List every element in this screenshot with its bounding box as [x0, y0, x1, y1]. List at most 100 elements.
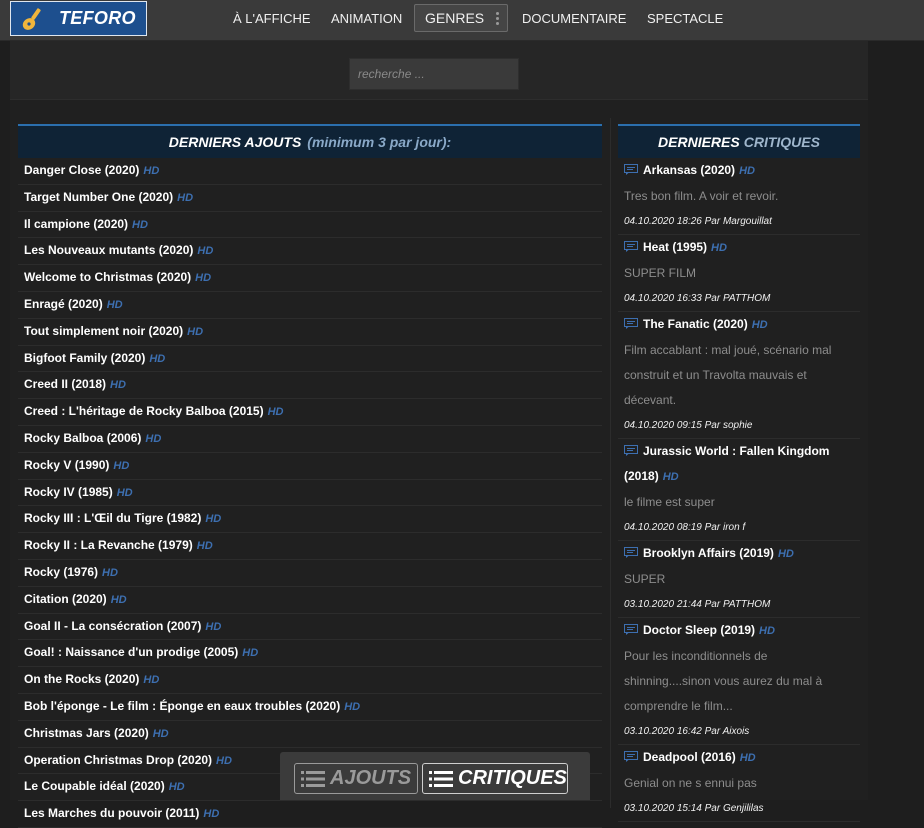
addition-list-item[interactable]: Tout simplement noir (2020) HD: [18, 319, 602, 346]
addition-list-item[interactable]: Rocky II : La Revanche (1979) HD: [18, 533, 602, 560]
addition-list-item[interactable]: Danger Close (2020) HD: [18, 158, 602, 185]
review-meta: 04.10.2020 08:19 Par iron f: [624, 522, 746, 533]
hd-badge: HD: [344, 700, 361, 713]
review-text: Genial on ne s ennui pas: [624, 776, 757, 790]
addition-title: Les Nouveaux mutants (2020): [24, 243, 194, 258]
addition-title: Goal! : Naissance d'un prodige (2005): [24, 645, 239, 660]
hd-badge: HD: [203, 808, 220, 821]
hd-badge: HD: [132, 218, 148, 231]
latest-reviews-header: DERNIERES CRITIQUES: [618, 124, 860, 158]
review-title-link[interactable]: Brooklyn Affairs (2019) HD: [624, 541, 856, 567]
addition-list-item[interactable]: Rocky V (1990) HD: [18, 453, 602, 480]
hd-badge: HD: [143, 165, 160, 177]
addition-list-item[interactable]: Rocky (1976) HD: [18, 560, 602, 587]
review-title: Deadpool (2016): [643, 750, 736, 764]
review-title-link[interactable]: Heat (1995) HD: [624, 235, 856, 261]
review-title-link[interactable]: Deadpool (2016) HD: [624, 745, 856, 771]
hd-badge: HD: [168, 781, 185, 794]
addition-list-item[interactable]: Christmas Jars (2020) HD: [18, 721, 602, 748]
latest-additions-header: DERNIERS AJOUTS (minimum 3 par jour):: [18, 124, 602, 158]
addition-title: Rocky IV (1985): [24, 484, 113, 499]
addition-title: Bigfoot Family (2020): [24, 350, 146, 365]
hd-badge: HD: [195, 272, 212, 285]
review-text: Pour les inconditionnels de shinning....…: [624, 649, 823, 713]
addition-list-item[interactable]: Rocky Balboa (2006) HD: [18, 426, 602, 453]
addition-title: Goal II - La consécration (2007): [24, 618, 202, 633]
addition-list-item[interactable]: Welcome to Christmas (2020) HD: [18, 265, 602, 292]
review-text: Tres bon film. A voir et revoir.: [624, 189, 779, 203]
hd-badge: HD: [113, 459, 130, 472]
hd-badge: HD: [187, 325, 204, 338]
addition-title: Welcome to Christmas (2020): [24, 270, 192, 285]
review-item: Jurassic World : Fallen Kingdom (2018) HD…: [618, 439, 860, 541]
addition-list-item[interactable]: Les Nouveaux mutants (2020) HD: [18, 238, 602, 266]
addition-title: Rocky III : L'Œil du Tigre (1982): [24, 511, 202, 526]
addition-list-item[interactable]: Creed II (2018) HD: [18, 372, 602, 400]
addition-list-item[interactable]: Goal II - La consécration (2007) HD: [18, 614, 602, 641]
hd-badge: HD: [205, 513, 222, 526]
addition-list-item[interactable]: Les Marches du pouvoir (2011) HD: [18, 801, 602, 828]
hd-badge: HD: [152, 727, 169, 740]
comment-icon: [624, 445, 638, 456]
nav-item-a-laffiche[interactable]: À L'AFFICHE: [233, 11, 311, 26]
ajouts-toggle-button[interactable]: AJOUTS: [294, 763, 418, 794]
nav-item-spectacle[interactable]: SPECTACLE: [647, 11, 723, 26]
addition-title: Rocky (1976): [24, 564, 99, 579]
hd-badge: HD: [759, 625, 775, 637]
addition-list-item[interactable]: Citation (2020) HD: [18, 587, 602, 614]
addition-list-item[interactable]: On the Rocks (2020) HD: [18, 667, 602, 694]
comment-icon: [624, 547, 638, 558]
comment-icon: [624, 318, 638, 329]
review-meta: 04.10.2020 09:15 Par sophie: [624, 420, 753, 431]
latest-additions-list: Danger Close (2020) HD Target Number One (…: [18, 158, 602, 828]
latest-reviews-list: Arkansas (2020) HD Tres bon film. A voir e…: [618, 158, 860, 822]
hd-badge: HD: [197, 245, 214, 258]
review-title: Arkansas (2020): [643, 163, 736, 177]
addition-list-item[interactable]: Bob l'éponge - Le film : Éponge en eaux …: [18, 694, 602, 721]
addition-list-item[interactable]: Il campione (2020) HD: [18, 212, 602, 239]
review-title-link[interactable]: The Fanatic (2020) HD: [624, 312, 856, 338]
addition-title: Tout simplement noir (2020): [24, 323, 184, 338]
addition-title: Le Coupable idéal (2020): [24, 779, 165, 794]
addition-list-item[interactable]: Enragé (2020) HD: [18, 292, 602, 319]
hd-badge: HD: [145, 432, 162, 445]
hd-badge: HD: [739, 165, 755, 177]
main-content: DERNIERS AJOUTS (minimum 3 par jour): Da…: [10, 100, 868, 828]
latest-additions-subtitle: (minimum 3 par jour):: [307, 134, 452, 150]
hd-badge: HD: [739, 752, 756, 764]
site-logo[interactable]: TEFORO: [10, 1, 147, 36]
addition-title: Bob l'éponge - Le film : Éponge en eaux …: [24, 698, 341, 713]
view-toggle-bar: AJOUTS CRITIQUES: [280, 752, 590, 800]
nav-genres-dropdown[interactable]: GENRES: [414, 4, 508, 32]
addition-list-item[interactable]: Bigfoot Family (2020) HD: [18, 346, 602, 373]
review-meta: 04.10.2020 16:33 Par PATTHOM: [624, 293, 771, 304]
addition-title: Operation Christmas Drop (2020): [24, 752, 213, 767]
review-text: SUPER: [624, 572, 666, 586]
review-title-link[interactable]: Doctor Sleep (2019) HD: [624, 618, 856, 644]
addition-title: Christmas Jars (2020): [24, 725, 149, 740]
latest-additions-panel: DERNIERS AJOUTS (minimum 3 par jour): Da…: [18, 124, 602, 828]
hd-badge: HD: [149, 352, 166, 365]
search-input[interactable]: [349, 58, 519, 90]
addition-list-item[interactable]: Creed : L'héritage de Rocky Balboa (2015…: [18, 399, 602, 426]
nav-item-animation[interactable]: ANIMATION: [331, 11, 402, 26]
review-text: le filme est super: [624, 495, 715, 509]
hd-badge: HD: [110, 593, 127, 606]
nav-item-documentaire[interactable]: DOCUMENTAIRE: [522, 11, 626, 26]
review-title-link[interactable]: Jurassic World : Fallen Kingdom (2018) HD: [624, 439, 856, 490]
critiques-toggle-button[interactable]: CRITIQUES: [422, 763, 568, 794]
review-title-link[interactable]: Arkansas (2020) HD: [624, 158, 856, 184]
review-title: Jurassic World : Fallen Kingdom (2018): [624, 444, 830, 483]
latest-reviews-title-suffix: CRITIQUES: [743, 134, 820, 150]
addition-list-item[interactable]: Rocky IV (1985) HD: [18, 480, 602, 507]
addition-list-item[interactable]: Rocky III : L'Œil du Tigre (1982) HD: [18, 506, 602, 534]
hd-badge: HD: [267, 406, 284, 419]
review-item: Brooklyn Affairs (2019) HD SUPER 03.10.2020…: [618, 541, 860, 618]
addition-list-item[interactable]: Target Number One (2020) HD: [18, 185, 602, 212]
review-meta: 04.10.2020 18:26 Par Margouillat: [624, 216, 772, 227]
hd-badge: HD: [196, 540, 213, 553]
addition-title: On the Rocks (2020): [24, 672, 140, 687]
column-divider: [610, 118, 611, 808]
addition-list-item[interactable]: Goal! : Naissance d'un prodige (2005) HD: [18, 640, 602, 668]
hd-badge: HD: [711, 242, 727, 254]
